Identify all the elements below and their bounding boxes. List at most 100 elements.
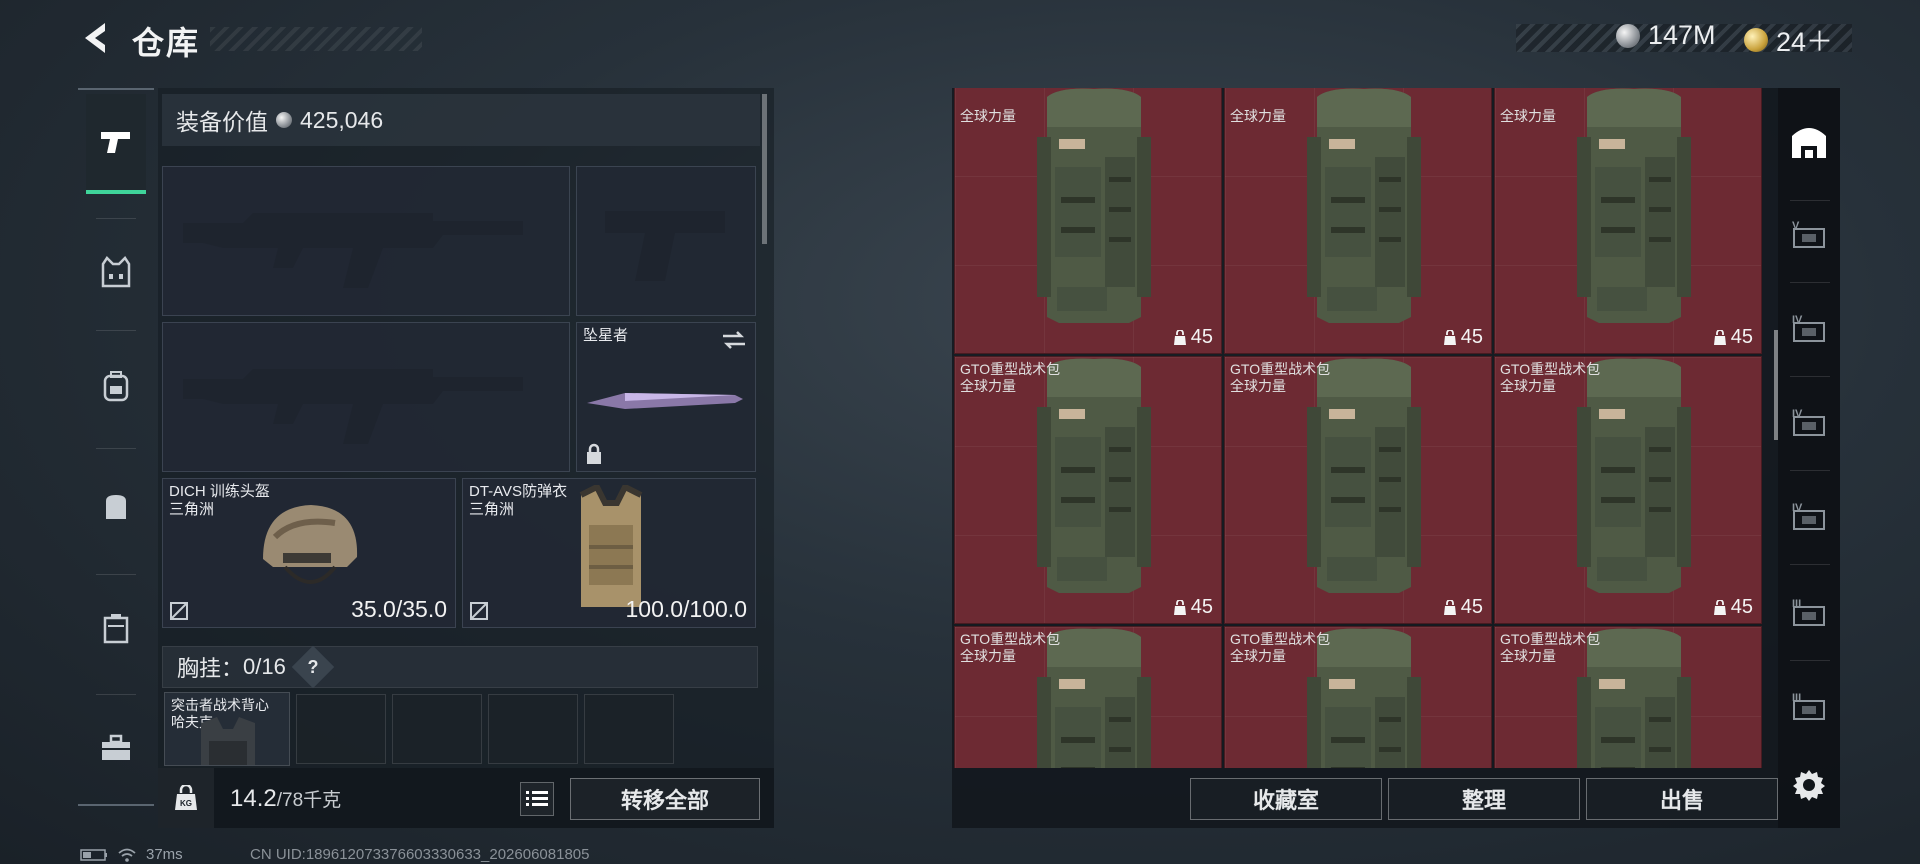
vest-name: 突击者战术背心 [171, 697, 269, 713]
chest-rig-label: 胸挂： [177, 656, 244, 681]
item-count-badge: 45 [1713, 326, 1753, 349]
weight-icon [1173, 599, 1186, 615]
tab-weapons[interactable] [86, 94, 146, 194]
gold-coin-icon [1744, 27, 1768, 52]
storage-item[interactable]: 全球力量 45 [954, 88, 1222, 354]
pistol-icon [101, 132, 130, 153]
filter-all[interactable] [1786, 118, 1832, 164]
item-name: GTO重型战术包 [960, 631, 1061, 647]
tab-toolbox[interactable] [86, 698, 146, 798]
filter-tier[interactable]: III [1786, 684, 1832, 730]
armor-slot[interactable]: DT-AVS防弹衣 三角洲 100.0/100.0 [462, 478, 756, 628]
tab-container[interactable] [86, 578, 146, 678]
tier-label: IV [1792, 502, 1803, 514]
item-name: GTO重型战术包 [1230, 631, 1331, 647]
filter-separator [1790, 564, 1830, 565]
chest-rig-slot[interactable] [392, 694, 482, 764]
item-origin: 全球力量 [1500, 378, 1556, 394]
item-count: 45 [1730, 596, 1753, 618]
sell-button[interactable]: 出售 [1586, 778, 1778, 820]
item-name: GTO重型战术包 [960, 361, 1061, 377]
filter-tier[interactable]: III [1786, 590, 1832, 636]
no-insurance-icon [470, 602, 488, 620]
svg-text:KG: KG [180, 799, 192, 808]
item-origin: 全球力量 [960, 378, 1016, 394]
equipment-scrollbar[interactable] [762, 94, 767, 244]
primary-weapon-slot[interactable] [162, 166, 570, 316]
item-origin: 全球力量 [960, 108, 1016, 124]
tactical-vest-icon [201, 717, 255, 765]
chest-rig-bar: 胸挂： 0/16 ? [162, 645, 758, 689]
equipment-value-label: 装备价值 [176, 109, 268, 135]
chest-rig-slot[interactable] [488, 694, 578, 764]
melee-slot[interactable]: 坠星者 [576, 322, 756, 472]
pistol-slot[interactable] [576, 166, 756, 316]
equipment-value: 425,046 [300, 106, 384, 133]
backpack-icon [103, 371, 129, 402]
filter-tier[interactable]: IV [1786, 400, 1832, 446]
rifle-silhouette-icon [183, 369, 523, 444]
item-origin: 全球力量 [1230, 108, 1286, 124]
kettlebell-icon: KG [175, 785, 197, 810]
filter-separator [1790, 376, 1830, 377]
storage-item[interactable]: GTO重型战术包 全球力量 45 [1224, 356, 1492, 624]
list-view-button[interactable] [520, 782, 554, 816]
storage-item[interactable]: GTO重型战术包 全球力量 45 [954, 356, 1222, 624]
secondary-weapon-slot[interactable] [162, 322, 570, 472]
ping-text: 37ms [146, 846, 183, 863]
title-decoration [210, 27, 422, 51]
backpack-icon [1037, 88, 1151, 324]
filter-tier[interactable]: IV [1786, 306, 1832, 352]
tab-armor[interactable] [86, 222, 146, 322]
category-tabs [78, 88, 154, 806]
weight-icon [1443, 329, 1456, 345]
item-count: 45 [1460, 326, 1483, 348]
tier-filter-icon: IV [1792, 408, 1825, 436]
helmet-slot[interactable]: DICH 训练头盔 三角洲 35.0/35.0 [162, 478, 456, 628]
chest-rig-slot[interactable] [296, 694, 386, 764]
item-name: GTO重型战术包 [1500, 631, 1601, 647]
chest-rig-item[interactable]: 突击者战术背心 哈夫克 [164, 692, 290, 766]
chest-rig-capacity: 0/16 [243, 654, 286, 679]
weight-current: 14.2 [230, 785, 277, 812]
wifi-icon [118, 848, 136, 862]
organize-button[interactable]: 整理 [1388, 778, 1580, 820]
gear-icon [1793, 770, 1825, 801]
item-count: 45 [1190, 326, 1213, 348]
item-count: 45 [1190, 596, 1213, 618]
filter-tier[interactable]: V [1786, 212, 1832, 258]
tab-bag[interactable] [86, 456, 146, 556]
collection-room-button[interactable]: 收藏室 [1190, 778, 1382, 820]
rifle-silhouette-icon [183, 213, 523, 288]
tab-backpack[interactable] [86, 336, 146, 436]
battery-icon [80, 848, 107, 861]
storage-item[interactable]: 全球力量 45 [1494, 88, 1762, 354]
helmet-origin: 三角洲 [169, 501, 215, 518]
currency-gold[interactable]: 24＋ [1744, 20, 1833, 59]
item-image [1299, 88, 1429, 330]
weight-icon-box: KG [158, 768, 214, 828]
item-count-badge: 45 [1713, 596, 1753, 619]
tier-label: V [1792, 220, 1800, 232]
swap-icon[interactable] [721, 329, 747, 351]
no-insurance-icon [170, 602, 188, 620]
settings-button[interactable] [1786, 762, 1832, 808]
storage-item[interactable]: 全球力量 45 [1224, 88, 1492, 354]
storage-item[interactable]: GTO重型战术包 全球力量 45 [1224, 626, 1492, 768]
chest-rig-slot[interactable] [584, 694, 674, 764]
transfer-all-button[interactable]: 转移全部 [570, 778, 760, 820]
tier-filter-icon: IV [1792, 502, 1825, 530]
storage-item[interactable]: GTO重型战术包 全球力量 45 [1494, 356, 1762, 624]
pistol-silhouette-icon [605, 211, 725, 281]
back-button[interactable] [78, 18, 114, 58]
item-count-badge: 45 [1173, 596, 1213, 619]
weight-icon [1173, 329, 1186, 345]
filter-tier[interactable]: IV [1786, 494, 1832, 540]
item-count: 45 [1730, 326, 1753, 348]
filter-separator [1790, 470, 1830, 471]
item-image [1029, 88, 1159, 330]
storage-item[interactable]: GTO重型战术包 全球力量 45 [954, 626, 1222, 768]
storage-item[interactable]: GTO重型战术包 全球力量 45 [1494, 626, 1762, 768]
help-button[interactable]: ? [291, 645, 335, 689]
case-icon [103, 614, 129, 644]
